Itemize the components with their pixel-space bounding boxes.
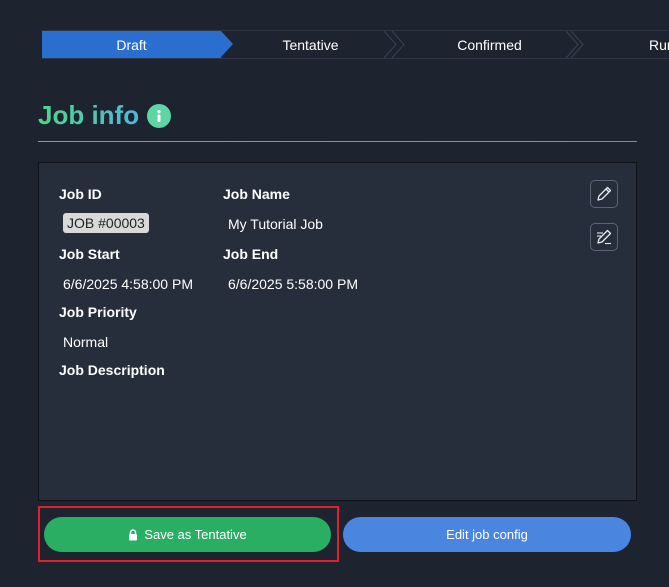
save-button-label: Save as Tentative (144, 527, 247, 542)
header-divider (38, 141, 637, 142)
job-end-label: Job End (223, 246, 279, 262)
job-name-label: Job Name (223, 186, 290, 202)
job-start-label: Job Start (59, 246, 120, 262)
info-circle-icon[interactable] (147, 103, 172, 128)
lock-icon (128, 528, 138, 541)
step-draft-label: Draft (116, 36, 147, 53)
edit-config-button-label: Edit job config (446, 527, 528, 542)
step-running[interactable]: Runn (579, 31, 669, 58)
save-as-tentative-button[interactable]: Save as Tentative (44, 517, 331, 552)
job-id-label: Job ID (59, 186, 102, 202)
job-name-value: My Tutorial Job (228, 216, 323, 232)
job-description-label: Job Description (59, 362, 165, 378)
job-priority-label: Job Priority (59, 304, 137, 320)
edit-job-details-button[interactable] (590, 223, 618, 251)
section-header: Job info (38, 100, 172, 131)
step-confirmed-label: Confirmed (457, 36, 522, 53)
pencil-lines-icon (595, 228, 613, 246)
job-id-chip: JOB #00003 (63, 213, 149, 233)
job-info-card: Job ID JOB #00003 Job Name My Tutorial J… (38, 162, 637, 501)
job-start-value: 6/6/2025 4:58:00 PM (63, 276, 193, 292)
job-priority-value: Normal (63, 334, 109, 350)
step-draft[interactable]: Draft (42, 31, 233, 58)
step-separator-icon (565, 31, 579, 58)
job-end-value: 6/6/2025 5:58:00 PM (228, 276, 358, 292)
step-tentative-label: Tentative (282, 36, 339, 53)
step-confirmed[interactable]: Confirmed (400, 31, 584, 58)
page-title: Job info (38, 100, 140, 130)
step-tentative[interactable]: Tentative (221, 31, 405, 58)
step-running-label: Runn (649, 36, 669, 53)
step-separator-icon (383, 31, 397, 58)
pencil-icon (595, 185, 613, 203)
edit-job-config-button[interactable]: Edit job config (343, 517, 631, 552)
edit-job-button[interactable] (590, 180, 618, 208)
